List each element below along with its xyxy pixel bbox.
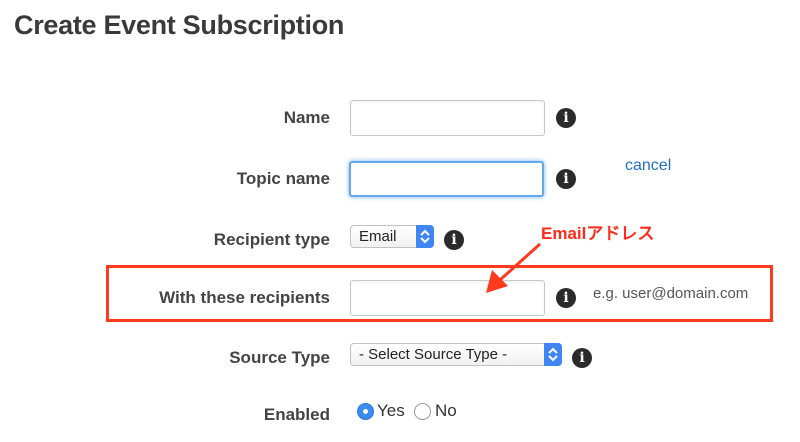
info-icon[interactable]: i [444,230,464,250]
topic-name-input[interactable] [349,161,544,197]
enabled-yes-label[interactable]: Yes [377,401,405,421]
enabled-yes-radio[interactable] [357,403,374,420]
source-type-label: Source Type [229,348,330,367]
enabled-no-label[interactable]: No [435,401,457,421]
enabled-label: Enabled [263,405,330,424]
select-arrows-icon [416,225,434,248]
enabled-no-radio[interactable] [414,403,431,420]
select-arrows-icon [544,343,562,366]
arrow-annotation [486,242,542,293]
cancel-link[interactable]: cancel [625,157,671,175]
recipient-type-value: Email [359,228,397,245]
recipient-type-select[interactable]: Email [350,225,434,248]
info-icon[interactable]: i [572,348,592,368]
info-icon[interactable]: i [556,108,576,128]
page-title: Create Event Subscription [14,10,345,40]
name-label: Name [283,108,330,127]
recipient-type-label: Recipient type [213,230,330,249]
source-type-value: - Select Source Type - [359,346,508,363]
topic-name-label: Topic name [236,169,330,188]
name-input[interactable] [350,100,545,136]
annotation-highlight-box [106,265,773,322]
annotation-label: Emailアドレス [541,224,655,243]
info-icon[interactable]: i [556,169,576,189]
source-type-select[interactable]: - Select Source Type - [350,343,562,366]
